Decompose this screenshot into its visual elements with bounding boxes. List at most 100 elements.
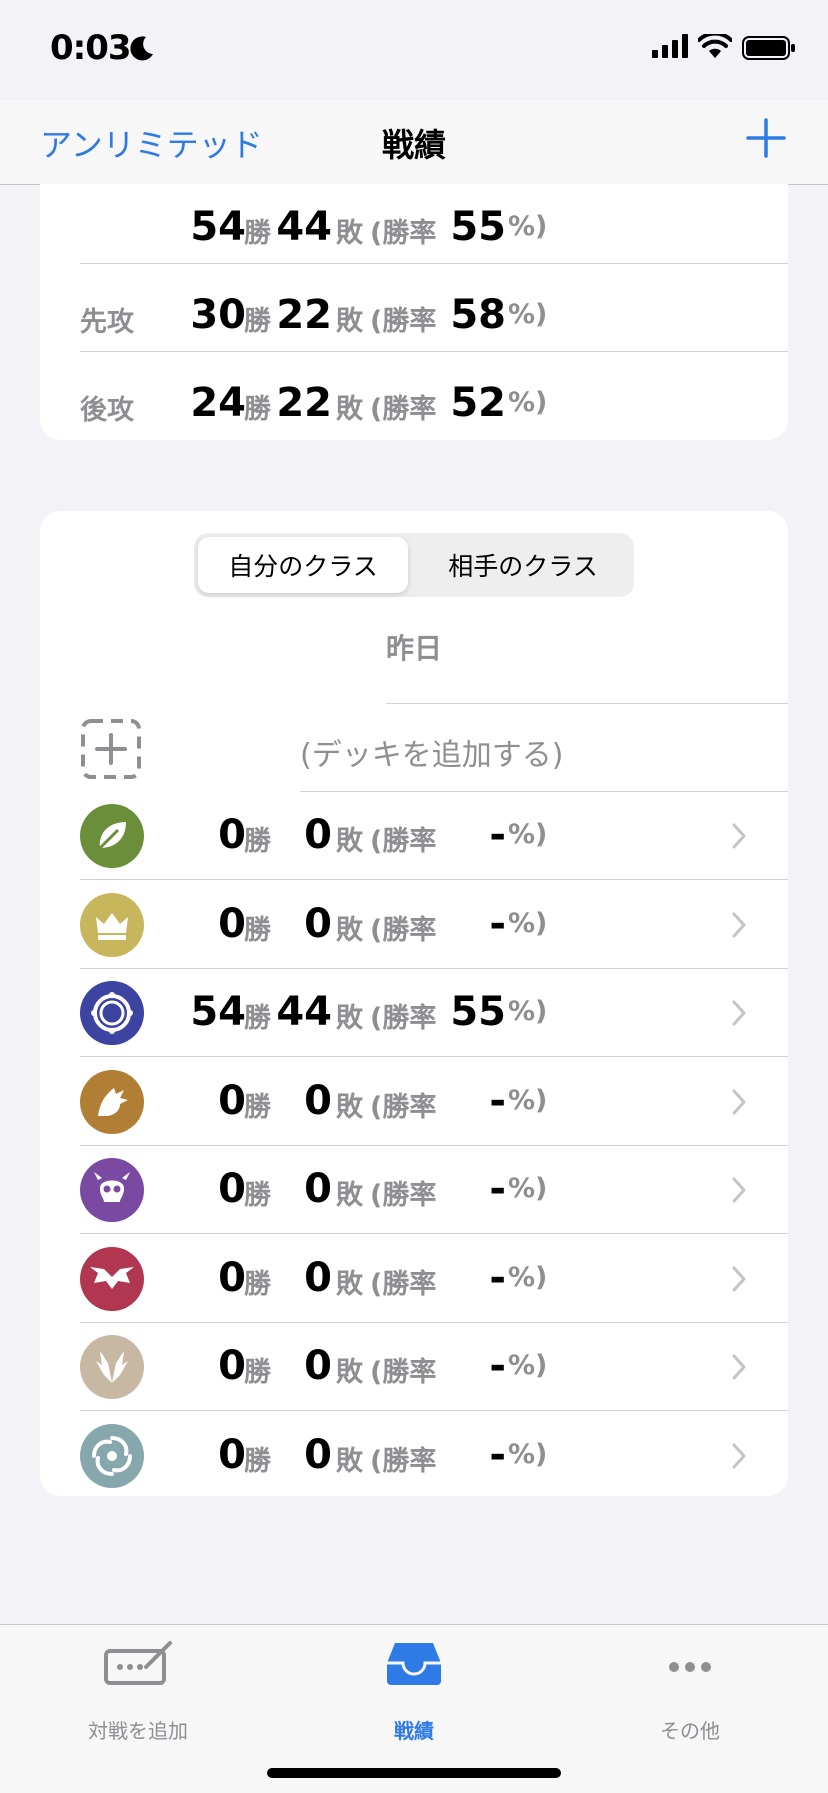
losses-count: 0 xyxy=(304,812,332,858)
rate-prefix: (勝率 xyxy=(370,1091,437,1123)
rate-suffix: %) xyxy=(508,299,548,330)
losses-unit: 敗 xyxy=(336,1268,363,1300)
rate-prefix: (勝率 xyxy=(370,1268,437,1300)
losses-unit: 敗 xyxy=(336,1003,363,1034)
losses-unit: 敗 xyxy=(336,1445,363,1477)
losses-unit: 敗 xyxy=(336,914,363,946)
losses-unit: 敗 xyxy=(336,1357,363,1388)
class-row[interactable]: 0 勝 0 敗 (勝率 -%) xyxy=(40,1235,788,1323)
section-header: 昨日 xyxy=(385,632,442,665)
add-deck-row[interactable]: (デッキを追加する) xyxy=(80,706,788,794)
tab-add-match-label: 対戦を追加 xyxy=(88,1719,188,1743)
class-row[interactable]: 0 勝 0 敗 (勝率 -%) xyxy=(40,881,788,969)
cellular-signal-icon xyxy=(652,34,688,58)
rate-prefix: (勝率 xyxy=(370,1357,437,1388)
losses-unit: 敗 xyxy=(336,394,363,425)
summary-row-label: 後攻 xyxy=(80,395,134,426)
win-rate-value: - xyxy=(489,1254,506,1301)
losses-count: 22 xyxy=(276,380,332,426)
add-deck-icon xyxy=(81,719,141,779)
separator xyxy=(80,351,788,352)
tab-add-match[interactable]: 対戦を追加 xyxy=(0,1633,276,1743)
rate-suffix: %) xyxy=(508,819,548,850)
class-row[interactable]: 0 勝 0 敗 (勝率 -%) xyxy=(40,1323,788,1411)
class-row[interactable]: 0 勝 0 敗 (勝率 -%) xyxy=(40,1058,788,1146)
segment-opponent-class[interactable]: 相手のクラス xyxy=(418,547,628,583)
losses-count: 0 xyxy=(304,1077,332,1124)
chevron-right-icon xyxy=(732,1354,746,1380)
rate-suffix: %) xyxy=(508,387,548,418)
win-rate-value: - xyxy=(489,1431,506,1478)
chevron-right-icon xyxy=(732,912,746,937)
win-rate-value: - xyxy=(489,812,506,858)
losses-unit: 敗 xyxy=(336,1091,363,1123)
battery-icon xyxy=(742,36,795,60)
rate-prefix: (勝率 xyxy=(370,914,437,946)
win-rate-value: 52 xyxy=(450,380,506,426)
rate-prefix: (勝率 xyxy=(370,826,437,857)
class-segmented-control[interactable]: 自分のクラス 相手のクラス xyxy=(194,533,634,597)
losses-count: 44 xyxy=(276,989,332,1035)
losses-count: 0 xyxy=(304,1431,332,1478)
rate-suffix: %) xyxy=(508,1438,548,1470)
class-row[interactable]: 54 勝 44 敗 (勝率 55%) xyxy=(40,969,788,1057)
separator xyxy=(386,703,788,704)
tab-records[interactable]: 戦績 xyxy=(276,1633,552,1743)
add-button[interactable] xyxy=(744,116,788,160)
navigation-bar: アンリミテッド 戦績 xyxy=(0,100,828,185)
win-rate-value: 55 xyxy=(450,204,506,250)
ellipsis-icon xyxy=(669,1662,711,1672)
rate-prefix: (勝率 xyxy=(370,394,437,425)
tray-icon xyxy=(387,1643,441,1685)
chevron-right-icon xyxy=(732,1443,746,1468)
class-stats-card: 自分のクラス 相手のクラス 昨日 (デッキを追加する) 0 勝 0 敗 (勝率 -%) 0 勝… xyxy=(40,511,788,1496)
win-rate-value: - xyxy=(489,1343,506,1389)
losses-unit: 敗 xyxy=(336,218,363,249)
wifi-icon xyxy=(698,34,732,58)
status-bar: 0:03 xyxy=(0,0,828,100)
losses-count: 0 xyxy=(304,1166,332,1212)
tab-more[interactable]: その他 xyxy=(552,1633,828,1743)
summary-row-label: 先攻 xyxy=(80,307,134,338)
losses-count: 0 xyxy=(304,1343,332,1389)
rate-prefix: (勝率 xyxy=(370,1445,437,1477)
chevron-right-icon xyxy=(732,1000,746,1026)
win-rate-value: - xyxy=(489,1166,506,1212)
losses-unit: 敗 xyxy=(336,826,363,857)
win-rate-value: 58 xyxy=(450,292,506,338)
moon-icon xyxy=(130,36,153,61)
chevron-right-icon xyxy=(732,1266,746,1291)
tab-more-label: その他 xyxy=(660,1719,720,1743)
rate-suffix: %) xyxy=(508,996,548,1027)
rate-suffix: %) xyxy=(508,1350,548,1381)
rate-prefix: (勝率 xyxy=(370,1180,437,1211)
summary-row: 先攻 30 勝 22 敗 (勝率 58%) xyxy=(40,272,788,360)
win-rate-value: 55 xyxy=(450,989,506,1035)
edit-match-icon xyxy=(104,1641,172,1685)
losses-unit: 敗 xyxy=(336,306,363,337)
chevron-right-icon xyxy=(732,823,746,849)
losses-unit: 敗 xyxy=(336,1180,363,1211)
win-rate-value: - xyxy=(489,1077,506,1124)
class-row[interactable]: 0 勝 0 敗 (勝率 -%) xyxy=(40,792,788,880)
add-deck-label: (デッキを追加する) xyxy=(300,738,564,773)
chevron-right-icon xyxy=(732,1089,746,1114)
separator xyxy=(80,263,788,264)
class-row[interactable]: 0 勝 0 敗 (勝率 -%) xyxy=(40,1412,788,1500)
rate-prefix: (勝率 xyxy=(370,306,437,337)
rate-suffix: %) xyxy=(508,1173,548,1204)
tab-records-label: 戦績 xyxy=(394,1719,434,1743)
rate-suffix: %) xyxy=(508,211,548,242)
rate-prefix: (勝率 xyxy=(370,1003,437,1034)
rate-prefix: (勝率 xyxy=(370,218,437,249)
summary-card: 54 勝 44 敗 (勝率 55%) 先攻 30 勝 22 敗 (勝率 58%) 後攻 24 勝 22 敗 (勝率 5… xyxy=(40,184,788,440)
rate-suffix: %) xyxy=(508,907,548,939)
losses-count: 22 xyxy=(276,292,332,338)
segment-my-class[interactable]: 自分のクラス xyxy=(198,547,408,583)
rate-suffix: %) xyxy=(508,1261,548,1293)
summary-row: 後攻 24 勝 22 敗 (勝率 52%) xyxy=(40,360,788,448)
class-row[interactable]: 0 勝 0 敗 (勝率 -%) xyxy=(40,1146,788,1234)
summary-row: 54 勝 44 敗 (勝率 55%) xyxy=(40,184,788,272)
rate-suffix: %) xyxy=(508,1084,548,1116)
page-title: 戦績 xyxy=(381,126,446,164)
